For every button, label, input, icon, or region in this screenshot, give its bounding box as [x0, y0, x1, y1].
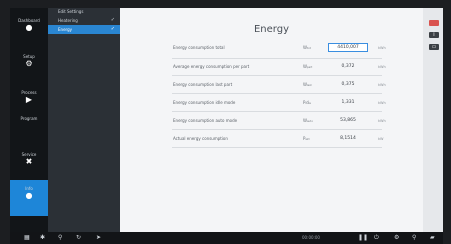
screen-bezel-top — [0, 0, 451, 8]
energy-row-label: Energy consumption idle mode — [173, 100, 236, 105]
play-icon: ▶ — [25, 95, 33, 104]
submenu-item-heatering[interactable]: Heatering ✓ — [48, 16, 120, 25]
energy-row-unit: kWh — [378, 83, 386, 87]
info-icon: ● — [25, 191, 33, 200]
energy-row-symbol: Pₐₖₜ — [303, 136, 310, 141]
nav-label: Program — [20, 116, 38, 121]
lock-icon[interactable]: ▰ — [430, 234, 435, 241]
submenu-panel: Edit Settings Heatering ✓ Energy ✓ — [48, 8, 120, 232]
user-icon[interactable]: ⚲ — [412, 234, 416, 241]
row-divider — [172, 129, 382, 130]
check-icon: ✓ — [110, 26, 115, 32]
energy-value: 0,372 — [341, 64, 355, 69]
refresh-icon[interactable]: ↻ — [76, 234, 81, 241]
energy-row-unit: kWh — [378, 101, 386, 105]
energy-value: 8,1514 — [340, 136, 356, 141]
energy-row-symbol: Wₗₐₛₜ — [303, 82, 312, 87]
service-icon: ✖ — [25, 157, 33, 166]
window-icon: ▭ — [431, 44, 437, 50]
power-icon[interactable]: ⏻ — [374, 234, 379, 242]
dashboard-icon: ● — [25, 23, 33, 32]
right-toolbar: i ▭ — [423, 8, 443, 232]
submenu-header: Edit Settings — [58, 9, 84, 14]
nav-item-info[interactable]: Info ● — [10, 180, 48, 216]
energy-value: 1,331 — [341, 100, 355, 105]
nav-item-program[interactable]: Program — [10, 116, 48, 121]
submenu-item-label: Heatering — [58, 18, 78, 23]
network-icon[interactable]: ⚙ — [394, 234, 399, 241]
check-icon: ✓ — [110, 17, 115, 23]
energy-row-unit: kWh — [378, 119, 386, 123]
settings-icon[interactable]: ✱ — [40, 234, 45, 241]
energy-row-label: Average energy consumption per part — [173, 64, 250, 69]
status-bar: ▦ ✱ ⚲ ↻ ➤ 00:00:00 ❚❚ ⏻ ⚙ ⚲ ▰ — [10, 232, 443, 244]
energy-row-label: Energy consumption total — [173, 45, 225, 50]
energy-row-label: Energy consumption last part — [173, 82, 233, 87]
row-divider — [172, 75, 382, 76]
energy-row-symbol: Pᵢdₗₑ — [303, 100, 311, 105]
user-icon[interactable]: ⚲ — [58, 234, 62, 241]
nav-item-setup[interactable]: Setup ⚙ — [10, 54, 48, 69]
energy-row-label: Energy consumption auto mode — [173, 118, 238, 123]
energy-row-label: Actual energy consumption — [173, 136, 228, 141]
energy-page: Energy Energy consumption total Wₜₒₜ 441… — [120, 8, 423, 232]
nav-item-process[interactable]: Process ▶ — [10, 90, 48, 105]
window-button[interactable]: ▭ — [429, 44, 439, 50]
energy-row-unit: kWh — [378, 65, 386, 69]
main-nav: Dashboard ● Setup ⚙ Process ▶ Program Se… — [10, 8, 48, 232]
energy-value-field[interactable]: 4410,007 — [328, 43, 368, 52]
status-time: 00:00:00 — [302, 235, 320, 240]
row-divider — [172, 58, 382, 59]
nav-item-dashboard[interactable]: Dashboard ● — [10, 18, 48, 33]
row-divider — [172, 93, 382, 94]
nav-item-service[interactable]: Service ✖ — [10, 152, 48, 167]
grid-icon[interactable]: ▦ — [24, 234, 30, 241]
submenu-item-label: Energy — [58, 27, 73, 32]
energy-value: 53,865 — [340, 118, 356, 123]
energy-value: 0,375 — [341, 82, 355, 87]
info-button[interactable]: i — [429, 32, 439, 38]
row-divider — [172, 111, 382, 112]
energy-row-unit: kWh — [378, 46, 386, 50]
setup-icon: ⚙ — [25, 59, 33, 68]
arrow-icon[interactable]: ➤ — [96, 234, 101, 241]
energy-row-symbol: Wₜₒₜ — [303, 45, 311, 50]
energy-row-symbol: Wₐᵤₜₒ — [303, 118, 313, 123]
submenu-item-energy[interactable]: Energy ✓ — [48, 25, 120, 34]
pause-icon[interactable]: ❚❚ — [358, 234, 368, 241]
screen-bezel-left — [0, 0, 10, 244]
info-icon: i — [433, 32, 435, 38]
energy-row-unit: kW — [378, 137, 384, 141]
row-divider — [172, 147, 382, 148]
page-title: Energy — [253, 24, 289, 35]
energy-row-symbol: Wₚₐᵣₜ — [303, 64, 313, 69]
alarm-button[interactable] — [429, 20, 439, 26]
screen-bezel-right — [443, 0, 451, 244]
